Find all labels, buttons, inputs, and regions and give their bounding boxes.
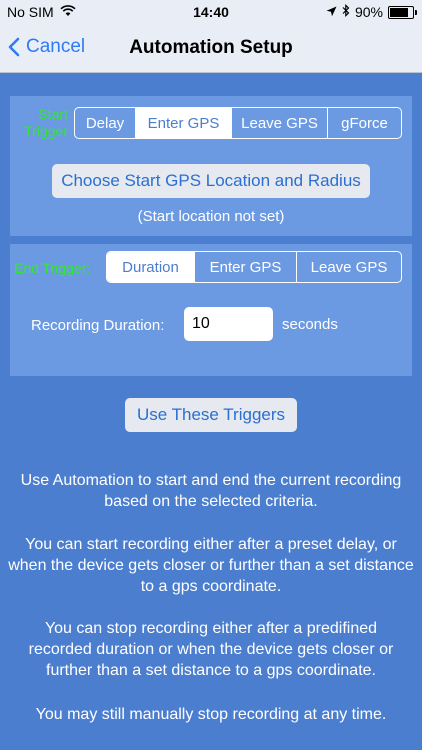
segment-gforce[interactable]: gForce	[328, 108, 401, 138]
info-paragraph-4: You may still manually stop recording at…	[35, 706, 387, 723]
segment-enter-gps[interactable]: Enter GPS	[136, 108, 232, 138]
use-these-triggers-button[interactable]: Use These Triggers	[125, 398, 297, 432]
navigation-bar: Cancel Automation Setup	[0, 24, 422, 73]
battery-percent: 90%	[354, 4, 383, 20]
end-trigger-panel: End Trigger: Duration Enter GPS Leave GP…	[10, 244, 412, 376]
battery-icon	[388, 5, 417, 19]
start-trigger-panel: Start Trigger Delay Enter GPS Leave GPS …	[10, 96, 412, 236]
start-trigger-segmented-control: Delay Enter GPS Leave GPS gForce	[74, 107, 402, 139]
start-location-status: (Start location not set)	[137, 208, 285, 225]
recording-duration-input[interactable]: 10	[184, 307, 273, 341]
page-title: Automation Setup	[129, 37, 293, 58]
status-right: 90%	[326, 3, 417, 20]
info-paragraph-2: You can start recording either after a p…	[8, 536, 414, 595]
end-trigger-label: End Trigger:	[14, 260, 91, 276]
battery-fill	[390, 7, 408, 17]
segment-end-leave-gps[interactable]: Leave GPS	[297, 252, 401, 282]
start-trigger-label: Start Trigger	[24, 106, 68, 139]
location-arrow-icon	[326, 4, 337, 20]
segment-end-enter-gps[interactable]: Enter GPS	[195, 252, 297, 282]
duration-unit-label: seconds	[282, 316, 338, 333]
status-bar: No SIM 14:40 90%	[0, 0, 422, 24]
choose-start-gps-button[interactable]: Choose Start GPS Location and Radius	[52, 164, 370, 198]
recording-duration-label: Recording Duration:	[31, 317, 165, 334]
end-trigger-segmented-control: Duration Enter GPS Leave GPS	[106, 251, 402, 283]
info-paragraph-1: Use Automation to start and end the curr…	[20, 472, 402, 510]
segment-leave-gps[interactable]: Leave GPS	[232, 108, 328, 138]
bluetooth-icon	[342, 3, 350, 20]
segment-duration[interactable]: Duration	[107, 252, 195, 282]
segment-delay[interactable]: Delay	[75, 108, 136, 138]
info-paragraph-3: You can stop recording either after a pr…	[28, 620, 394, 679]
